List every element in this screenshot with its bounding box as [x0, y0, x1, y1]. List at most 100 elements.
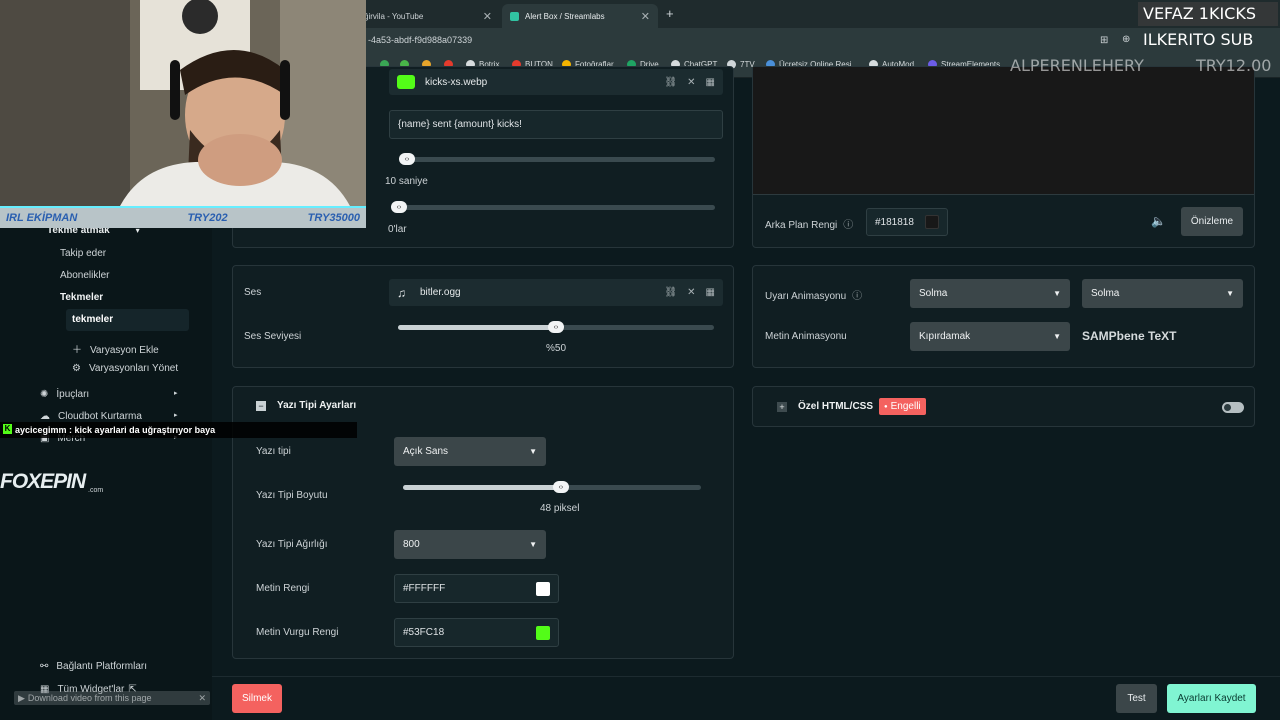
equipment-label: IRL EKİPMAN [6, 212, 78, 224]
slider-handle[interactable]: ‹› [548, 321, 564, 333]
chat-username: aycicegimm [15, 425, 67, 435]
custom-html-toggle[interactable] [1222, 402, 1244, 413]
sound-file-name: bitler.ogg [420, 287, 461, 298]
alert-animation-label: Uyarı Animasyonu ⓘ [765, 291, 863, 302]
highlight-color-input[interactable]: #53FC18 [394, 618, 559, 647]
url-field[interactable]: -4a53-abdf-f9d988a07339 [368, 35, 472, 45]
slider-handle[interactable]: ‹› [399, 153, 415, 165]
zoom-icon[interactable]: ⊕ [1122, 34, 1130, 45]
image-file-row[interactable]: kicks-xs.webp ⛓ ✕ ▦ [389, 69, 723, 95]
chevron-down-icon: ▼ [529, 540, 537, 549]
sponsor-logo: FOXEPIN .com [0, 470, 104, 494]
grid-icon[interactable]: ▦ [706, 77, 715, 88]
sound-file-row[interactable]: ♫ bitler.ogg ⛓ ✕ ▦ [389, 279, 723, 306]
font-size-slider[interactable]: ‹› [403, 481, 701, 493]
chat-overlay: K aycicegimm : kick ayarlari da uğraştır… [0, 422, 357, 438]
kick-logo-icon [397, 75, 415, 89]
message-template-input[interactable]: {name} sent {amount} kicks! [389, 110, 723, 139]
save-button[interactable]: Ayarları Kaydet [1167, 684, 1256, 713]
collapse-icon[interactable]: − [256, 401, 266, 411]
highlight-color-swatch[interactable] [536, 625, 550, 640]
sidebar-item-kicks[interactable]: Tekmeler [60, 292, 103, 303]
add-variation-button[interactable]: ＋ Varyasyon Ekle [72, 341, 159, 356]
cloud-icon: ☁ [40, 411, 50, 422]
sidebar-item-follows[interactable]: Takip eder [60, 248, 106, 259]
slider-handle[interactable]: ‹› [391, 201, 407, 213]
text-color-swatch[interactable] [536, 581, 550, 596]
chevron-down-icon: ▼ [1226, 289, 1234, 298]
font-section-title: Yazı Tipi Ayarları [277, 400, 357, 411]
tab-youtube[interactable]: ğirvila - YouTube ✕ [356, 4, 500, 28]
tab-title: Alert Box / Streamlabs [525, 11, 605, 21]
alert-out-select[interactable]: Solma ▼ [1082, 279, 1243, 308]
sidebar-item-tips[interactable]: ✺ İpuçları ▸ [40, 389, 178, 400]
kick-icon: K [3, 424, 12, 434]
volume-value: %50 [546, 343, 567, 354]
text-animation-select[interactable]: Kıpırdamak ▼ [910, 322, 1070, 351]
duration-value: 10 saniye [385, 176, 428, 187]
font-size-label: Yazı Tipi Boyutu [256, 490, 328, 501]
tab-alert-box[interactable]: Alert Box / Streamlabs ✕ [502, 4, 658, 28]
bulb-icon: ✺ [40, 389, 49, 400]
play-icon: ▶ [18, 692, 25, 703]
font-size-value: 48 piksel [540, 503, 580, 514]
equipment-value-2: TRY35000 [307, 212, 360, 224]
chevron-down-icon: ▼ [1053, 332, 1061, 341]
bg-color-swatch[interactable] [925, 215, 939, 229]
plus-icon: ＋ [72, 345, 82, 356]
link-icon[interactable]: ⛓ [664, 77, 677, 88]
animation-panel: Uyarı Animasyonu ⓘ Solma ▼ Solma ▼ Metin An… [752, 265, 1255, 368]
close-icon[interactable]: ✕ [641, 10, 650, 23]
webcam-footer: IRL EKİPMAN TRY202 TRY35000 [0, 206, 366, 228]
info-icon: ⓘ [843, 220, 854, 231]
new-tab-button[interactable]: + [666, 6, 674, 21]
streamlabs-icon [510, 11, 519, 21]
link-icon: ⚯ [40, 661, 49, 672]
preview-button[interactable]: Önizleme [1181, 207, 1243, 236]
bg-color-input[interactable]: #181818 [866, 208, 948, 236]
grid-icon[interactable]: ▦ [706, 287, 715, 298]
duration-slider[interactable]: ‹› [399, 153, 715, 165]
volume-slider[interactable]: ‹› [398, 321, 714, 333]
font-weight-select[interactable]: 800 ▼ [394, 530, 546, 559]
speaker-icon[interactable]: 🔈 [1151, 214, 1166, 228]
overlay-ticker-name: ALPERENLEHERY [1010, 56, 1144, 75]
manage-variations-button[interactable]: ⚙ Varyasyonları Yönet [72, 363, 178, 374]
close-icon[interactable]: ✕ [687, 287, 695, 298]
sidebar-subitem-active[interactable]: tekmeler [66, 309, 189, 331]
preview-canvas [753, 67, 1254, 195]
webcam-image [0, 0, 366, 206]
close-icon[interactable]: ✕ [198, 693, 206, 704]
delay-slider[interactable]: ‹› [391, 201, 715, 213]
expand-icon[interactable]: + [777, 402, 787, 412]
gear-icon: ⚙ [72, 363, 81, 374]
overlay-kicks-goal: VEFAZ 1KICKS [1143, 4, 1256, 23]
delay-value: 0'lar [388, 224, 407, 235]
chevron-down-icon: ▼ [1053, 289, 1061, 298]
font-type-select[interactable]: Açık Sans ▼ [394, 437, 546, 466]
sidebar-item-cloudbot[interactable]: ☁ Cloudbot Kurtarma ▸ [40, 411, 178, 422]
equipment-value-1: TRY202 [187, 212, 228, 224]
sound-label: Ses [244, 287, 262, 298]
text-color-label: Metin Rengi [256, 583, 310, 594]
alert-in-select[interactable]: Solma ▼ [910, 279, 1070, 308]
slider-handle[interactable]: ‹› [552, 481, 569, 493]
sidebar-subitem-label: tekmeler [72, 314, 114, 325]
test-button[interactable]: Test [1116, 684, 1157, 713]
info-icon: ⓘ [852, 291, 863, 302]
sidebar-item-connected[interactable]: ⚯ Bağlantı Platformları [40, 661, 147, 672]
close-icon[interactable]: ✕ [687, 77, 695, 88]
delete-button[interactable]: Silmek [232, 684, 282, 713]
sidebar-item-subscriptions[interactable]: Abonelikler [60, 270, 109, 281]
custom-html-title: Özel HTML/CSS [798, 401, 874, 412]
music-note-icon: ♫ [397, 285, 406, 300]
volume-label: Ses Seviyesi [244, 331, 302, 342]
link-icon[interactable]: ⛓ [664, 287, 677, 298]
close-icon[interactable]: ✕ [483, 10, 492, 23]
bg-color-label: Arka Plan Rengi ⓘ [765, 220, 854, 231]
text-color-input[interactable]: #FFFFFF [394, 574, 559, 603]
translate-icon[interactable]: ⊞ [1100, 35, 1108, 46]
text-animation-label: Metin Animasyonu [765, 331, 847, 342]
download-video-bar[interactable]: ▶ Download video from this page ✕ [14, 691, 210, 705]
highlight-color-label: Metin Vurgu Rengi [256, 627, 339, 638]
